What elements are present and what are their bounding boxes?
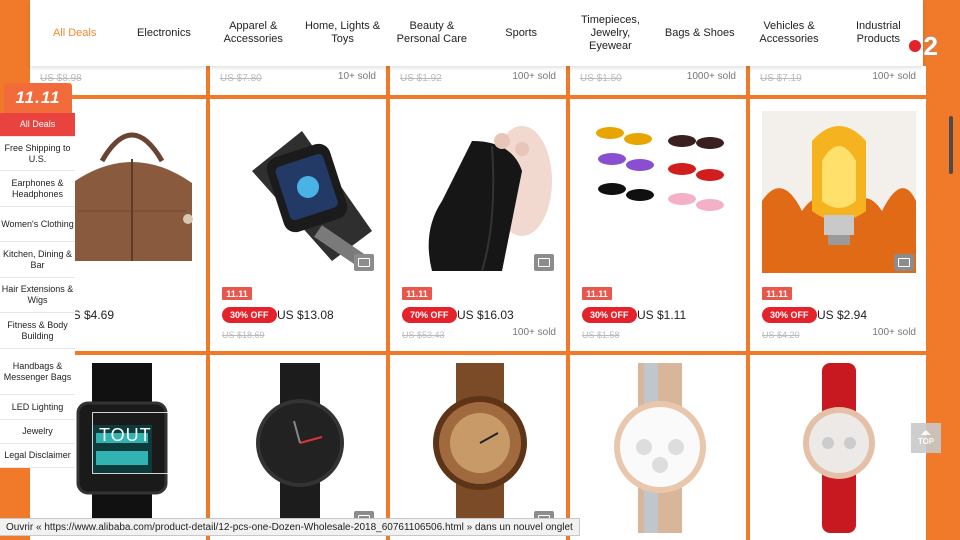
scrollbar-thumb[interactable] xyxy=(949,116,953,174)
sidebar-item-earphones[interactable]: Earphones & Headphones xyxy=(0,171,75,207)
promo-tag: 11.11 xyxy=(402,287,432,300)
old-price: US $4.20 xyxy=(762,330,800,340)
nav-apparel[interactable]: Apparel & Accessories xyxy=(209,20,298,46)
channel-badge: 2 xyxy=(908,31,938,61)
discount-badge: 30% OFF xyxy=(762,307,817,323)
old-price: US $18.69 xyxy=(222,330,265,340)
overlay-caption-text: TOUT xyxy=(99,425,152,445)
sidebar-item-led-lighting[interactable]: LED Lighting xyxy=(0,395,75,420)
product-card-flame-bulb[interactable]: 11.11 30% OFF US $2.94 US $4.20 100+ sol… xyxy=(750,99,926,351)
old-price: US $7.19 xyxy=(760,73,802,84)
product-card-chronograph-watch[interactable] xyxy=(570,355,746,540)
product-card-black-watch[interactable] xyxy=(210,355,386,540)
nav-all-deals[interactable]: All Deals xyxy=(30,27,119,40)
sold-count: 1000+ sold xyxy=(686,71,736,82)
old-price: US $7.80 xyxy=(220,73,262,84)
sold-count: 10+ sold xyxy=(337,71,376,82)
sidebar-logo[interactable]: 11.11 xyxy=(4,83,72,113)
product-image-chronograph-watch[interactable] xyxy=(582,363,736,533)
strip-cell[interactable]: US $7.19 100+ sold xyxy=(750,66,926,95)
live-dot-icon xyxy=(908,40,921,52)
sidebar-item-hair-extensions[interactable]: Hair Extensions & Wigs xyxy=(0,278,75,313)
product-image-hair[interactable] xyxy=(402,111,556,273)
deal-sidebar: 11.11 All Deals Free Shipping to U.S. Ea… xyxy=(0,83,75,468)
product-price: US $13.08 xyxy=(277,308,334,322)
page-scrollbar[interactable] xyxy=(946,0,960,540)
old-price: US $1.58 xyxy=(582,330,620,340)
video-icon[interactable] xyxy=(894,254,914,271)
nav-beauty[interactable]: Beauty & Personal Care xyxy=(387,20,476,46)
promo-tag: 11.11 xyxy=(222,287,252,300)
product-image-red-strap-watch[interactable] xyxy=(762,363,916,533)
strip-cell[interactable]: US $1.92 100+ sold xyxy=(390,66,566,95)
channel-number: 2 xyxy=(923,31,938,61)
strip-cell[interactable]: US $7.80 10+ sold xyxy=(210,66,386,95)
nav-bags-shoes[interactable]: Bags & Shoes xyxy=(655,27,744,40)
strip-cell[interactable]: US $1.50 1000+ sold xyxy=(570,66,746,95)
nav-sports[interactable]: Sports xyxy=(476,27,565,40)
sidebar-item-womens-clothing[interactable]: Women's Clothing xyxy=(0,207,75,242)
sidebar-item-free-shipping[interactable]: Free Shipping to U.S. xyxy=(0,137,75,171)
product-card-hair[interactable]: 11.11 70% OFF US $16.03 US $53.43 100+ s… xyxy=(390,99,566,351)
sidebar-item-fitness[interactable]: Fitness & Body Building xyxy=(0,313,75,349)
sidebar-item-handbags[interactable]: Handbags & Messenger Bags xyxy=(0,349,75,395)
old-price: US $1.50 xyxy=(580,73,622,84)
sold-count: 100+ sold xyxy=(512,327,556,338)
old-price: US $53.43 xyxy=(402,330,445,340)
sidebar-item-kitchen[interactable]: Kitchen, Dining & Bar xyxy=(0,242,75,278)
product-card-wooden-watch[interactable] xyxy=(390,355,566,540)
back-to-top-button[interactable]: TOP xyxy=(911,423,941,453)
nav-electronics[interactable]: Electronics xyxy=(119,27,208,40)
sidebar-item-jewelry[interactable]: Jewelry xyxy=(0,420,75,444)
product-price: US $16.03 xyxy=(457,308,514,322)
product-image-sunglasses[interactable] xyxy=(582,111,736,273)
product-image-smart-watch[interactable] xyxy=(222,111,376,273)
sold-count: 100+ sold xyxy=(872,71,916,82)
product-image-flame-bulb[interactable] xyxy=(762,111,916,273)
promo-tag: 11.11 xyxy=(762,287,792,300)
link-status-bar: Ouvrir « https://www.alibaba.com/product… xyxy=(0,518,580,536)
arrow-up-icon xyxy=(921,430,931,435)
product-price: US $2.94 xyxy=(817,308,868,322)
old-price: US $1.92 xyxy=(400,73,442,84)
discount-badge: 30% OFF xyxy=(222,307,277,323)
video-icon[interactable] xyxy=(354,254,374,271)
nav-timepieces[interactable]: Timepieces, Jewelry, Eyewear xyxy=(566,14,655,53)
product-card-red-strap-watch[interactable] xyxy=(750,355,926,540)
previous-row-strip: US $8.98 US $7.80 10+ sold US $1.92 100+ s… xyxy=(30,66,928,95)
product-card-sunglasses[interactable]: 11.11 30% OFF US $1.11 US $1.58 xyxy=(570,99,746,351)
promo-tag: 11.11 xyxy=(582,287,612,300)
discount-badge: 30% OFF xyxy=(582,307,637,323)
product-card-smart-watch[interactable]: 11.11 30% OFF US $13.08 US $18.69 xyxy=(210,99,386,351)
nav-home-lights-toys[interactable]: Home, Lights & Toys xyxy=(298,20,387,46)
sidebar-item-all-deals[interactable]: All Deals xyxy=(0,113,75,137)
nav-vehicles[interactable]: Vehicles & Accessories xyxy=(744,20,833,46)
video-overlay-caption: TOUT xyxy=(92,412,206,474)
sold-count: 100+ sold xyxy=(872,327,916,338)
sold-count: 100+ sold xyxy=(512,71,556,82)
category-nav: All Deals Electronics Apparel & Accessor… xyxy=(30,0,923,66)
product-image-wooden-watch[interactable] xyxy=(402,363,556,533)
video-icon[interactable] xyxy=(534,254,554,271)
product-price: US $1.11 xyxy=(637,308,687,322)
back-to-top-label: TOP xyxy=(917,437,935,446)
product-image-black-watch[interactable] xyxy=(222,363,376,533)
discount-badge: 70% OFF xyxy=(402,307,457,323)
sidebar-item-legal-disclaimer[interactable]: Legal Disclaimer xyxy=(0,444,75,468)
